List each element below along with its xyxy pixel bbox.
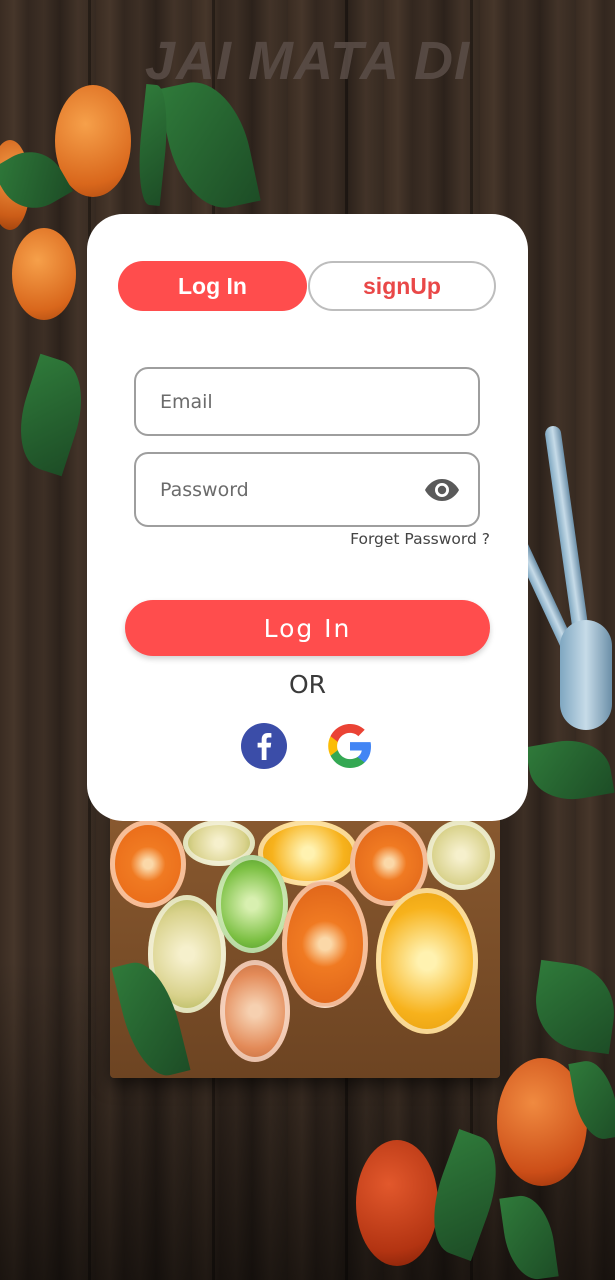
leaf-decoration (6, 353, 96, 477)
app-title: JAI MATA DI (145, 31, 470, 91)
orange-decoration (12, 228, 76, 320)
squeezer-decoration (560, 620, 612, 730)
citrus-slice-decoration (216, 855, 288, 953)
leaf-decoration (157, 73, 261, 217)
password-field[interactable] (160, 478, 410, 501)
tab-login[interactable]: Log In (118, 261, 307, 311)
login-button[interactable]: Log In (125, 600, 490, 656)
leaf-decoration (529, 959, 615, 1055)
citrus-slice-decoration (282, 880, 368, 1008)
forgot-password-link[interactable]: Forget Password ? (350, 530, 490, 548)
citrus-slice-decoration (220, 960, 290, 1062)
email-field-container (134, 367, 480, 436)
auth-tabs: Log In signUp (118, 261, 496, 311)
citrus-slice-decoration (376, 888, 478, 1034)
or-divider: OR (288, 670, 327, 699)
leaf-decoration (499, 1192, 559, 1280)
login-card: Log In signUp Forget Password ? Log In O… (87, 214, 528, 821)
leaf-decoration (525, 733, 615, 807)
facebook-icon[interactable] (241, 723, 287, 769)
citrus-slice-decoration (427, 820, 495, 890)
google-icon[interactable] (327, 723, 373, 769)
citrus-slice-decoration (110, 820, 186, 908)
orange-decoration (356, 1140, 438, 1266)
password-field-container (134, 452, 480, 527)
email-field[interactable] (160, 390, 410, 413)
tab-signup[interactable]: signUp (308, 261, 496, 311)
eye-icon[interactable] (424, 476, 460, 504)
